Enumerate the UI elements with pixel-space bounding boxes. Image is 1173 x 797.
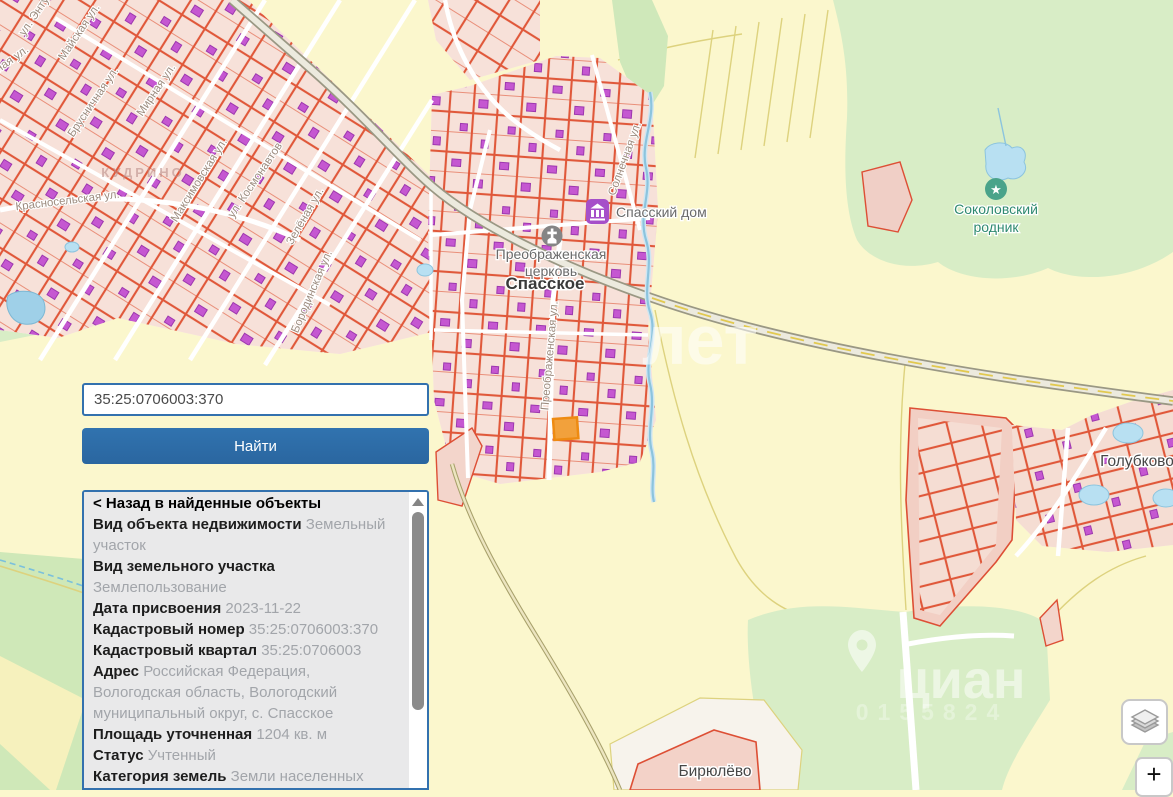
field-label: Категория земель: [93, 768, 226, 785]
field-value: 35:25:0706003:370: [249, 621, 378, 638]
selected-parcel[interactable]: [553, 417, 578, 440]
district-ghost-label: КУДРИНО: [101, 165, 184, 180]
spring-star-glyph: ★: [990, 182, 1002, 197]
search-input[interactable]: [82, 383, 429, 416]
field-label: Адрес: [93, 663, 139, 680]
info-row: Дата присвоения 2023-11-22: [93, 598, 400, 619]
field-label: Кадастровый номер: [93, 621, 245, 638]
poi-label-church-1: Преображенская: [496, 246, 607, 262]
field-value: Учтенный: [148, 747, 216, 764]
field-value: 1204 кв. м: [256, 726, 327, 743]
hamlet-label-golubkovo: Голубково: [1100, 453, 1173, 470]
church-icon[interactable]: [542, 226, 563, 247]
object-info-content: < Назад в найденные объекты Вид объекта …: [84, 492, 409, 788]
field-value: 35:25:0706003: [261, 642, 361, 659]
scroll-thumb[interactable]: [412, 512, 424, 710]
info-row: Площадь уточненная 1204 кв. м: [93, 724, 400, 745]
find-button[interactable]: Найти: [82, 428, 429, 464]
field-label: Вид объекта недвижимости: [93, 516, 302, 533]
field-label: Статус: [93, 747, 144, 764]
layers-icon: [1130, 708, 1160, 736]
field-value: Землепользование: [93, 579, 227, 596]
field-label: Кадастровый квартал: [93, 642, 257, 659]
info-row: Кадастровый квартал 35:25:0706003: [93, 640, 400, 661]
field-label: Вид земельного участка: [93, 558, 275, 575]
info-row: Адрес Российская Федерация, Вологодская …: [93, 661, 400, 724]
brand-watermark-digits: 0155824: [856, 699, 1009, 725]
spring-icon[interactable]: ★: [985, 178, 1007, 200]
poi-label-museum: Спасский дом: [616, 204, 707, 220]
scroll-up-arrow-icon[interactable]: [412, 498, 424, 506]
field-label: Дата присвоения: [93, 600, 221, 617]
object-info-panel: < Назад в найденные объекты Вид объекта …: [82, 490, 429, 790]
info-row: Статус Учтенный: [93, 745, 400, 766]
poi-label-spring-1: Соколовский: [954, 201, 1038, 217]
hamlet-label-biryulyovo: Бирюлёво: [678, 763, 751, 780]
layers-button[interactable]: [1121, 699, 1168, 745]
poi-label-spring-2: родник: [973, 219, 1019, 235]
info-row: Вид объекта недвижимости Земельный участ…: [93, 514, 400, 556]
watermark-center: лет: [642, 301, 758, 379]
back-to-results-link[interactable]: < Назад в найденные объекты: [93, 493, 400, 514]
zoom-in-button[interactable]: +: [1135, 757, 1173, 797]
panel-scrollbar[interactable]: [409, 492, 427, 788]
info-row: Вид земельного участка Землепользование: [93, 556, 400, 598]
museum-icon[interactable]: [586, 199, 609, 224]
field-label: Площадь уточненная: [93, 726, 252, 743]
forest-area-topright: [833, 0, 1173, 278]
info-row: Кадастровый номер 35:25:0706003:370: [93, 619, 400, 640]
info-row: Категория земель Земли населенных пункто…: [93, 766, 400, 788]
poi-label-church-2: церковь: [525, 263, 577, 279]
field-value: 2023-11-22: [225, 600, 301, 617]
